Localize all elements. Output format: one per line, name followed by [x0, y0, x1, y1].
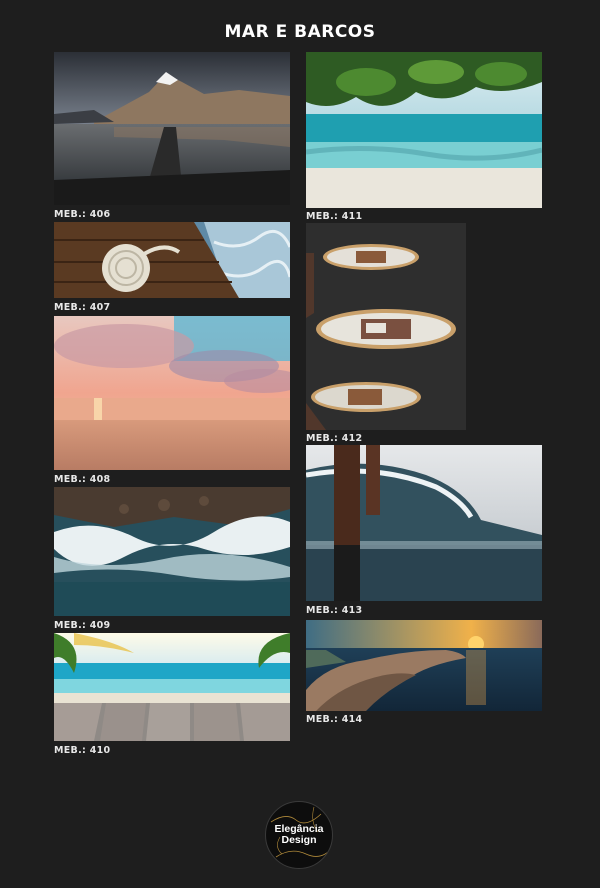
photo-mountain-lake-pier[interactable] [54, 52, 290, 205]
photo-aerial-waves-rocks[interactable] [54, 487, 290, 616]
caption-413: MEB.: 413 [306, 605, 363, 616]
photo-rope-dock[interactable] [54, 222, 290, 298]
caption-410: MEB.: 410 [54, 745, 111, 756]
caption-412: MEB.: 412 [306, 433, 363, 444]
caption-411: MEB.: 411 [306, 211, 363, 222]
photo-pink-sunset-sea[interactable] [54, 316, 290, 470]
caption-408: MEB.: 408 [54, 474, 111, 485]
caption-407: MEB.: 407 [54, 302, 111, 313]
photo-wave-pier[interactable] [306, 445, 542, 601]
caption-409: MEB.: 409 [54, 620, 111, 631]
caption-414: MEB.: 414 [306, 714, 363, 725]
photo-tropical-beach-deck[interactable] [54, 633, 290, 741]
photo-cliff-sunset[interactable] [306, 620, 542, 711]
logo-line-2: Design [281, 834, 317, 846]
elegancia-design-logo: Elegância Design [265, 801, 333, 869]
catalog-title: MAR E BARCOS [224, 22, 376, 42]
photo-turquoise-beach[interactable] [306, 52, 542, 208]
photo-three-boats[interactable] [306, 223, 466, 430]
caption-406: MEB.: 406 [54, 209, 111, 220]
